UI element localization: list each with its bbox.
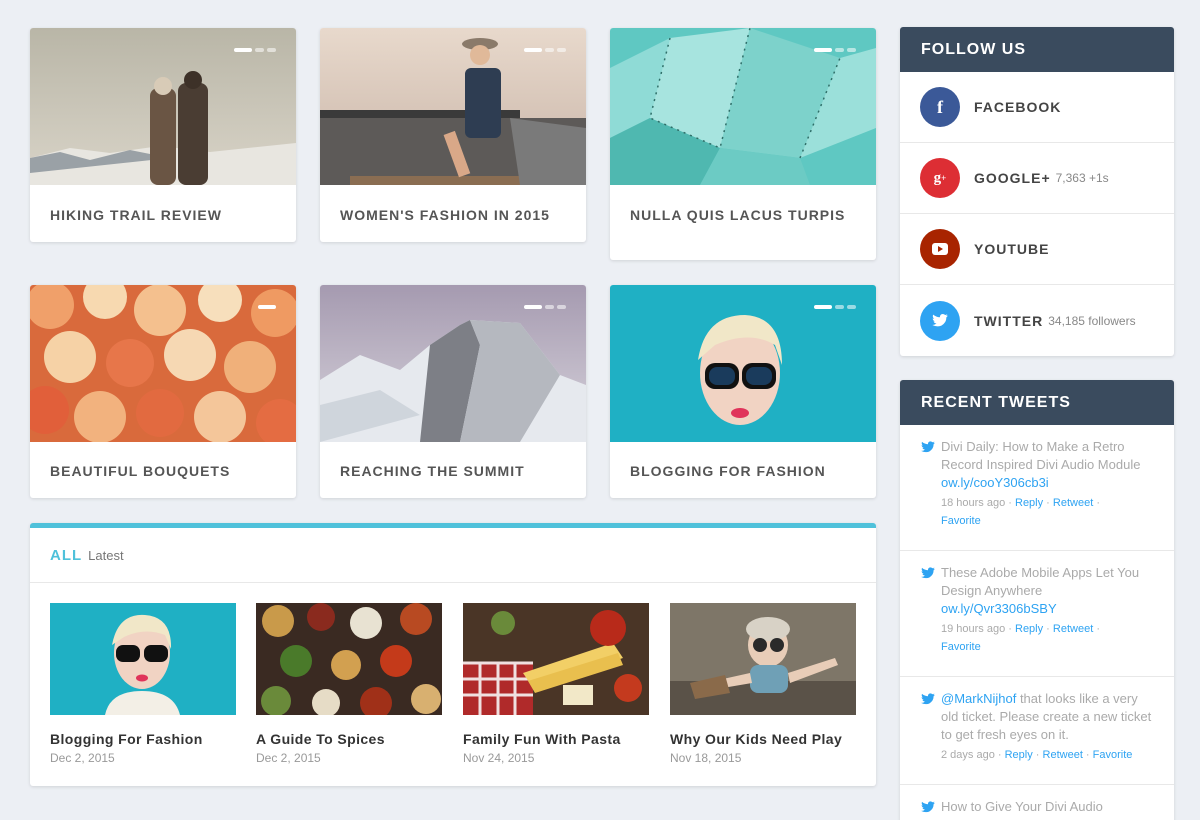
tab-all[interactable]: ALL <box>50 547 82 564</box>
social-name[interactable]: TWITTER <box>974 313 1043 329</box>
twitter-bird-icon <box>921 441 935 453</box>
social-twitter[interactable]: TWITTER 34,185 followers <box>900 285 1174 356</box>
favorite-link[interactable]: Favorite <box>941 515 981 527</box>
reply-link[interactable]: Reply <box>1005 749 1033 761</box>
latest-tabs: ALL Latest <box>30 528 876 583</box>
slider-dots[interactable] <box>524 305 566 309</box>
latest-post-item[interactable]: Blogging For Fashion Dec 2, 2015 <box>50 603 236 765</box>
social-name[interactable]: FACEBOOK <box>974 99 1061 115</box>
twitter-bird-icon <box>921 693 935 705</box>
post-title[interactable]: Family Fun With Pasta <box>463 731 649 747</box>
tweet-mention[interactable]: @MarkNijhof <box>941 691 1016 706</box>
slider-dots[interactable] <box>814 48 856 52</box>
card-title[interactable]: BLOGGING FOR FASHION <box>630 463 826 479</box>
card-image <box>30 285 296 442</box>
tweet-text: These Adobe Mobile Apps Let You Design A… <box>941 565 1140 598</box>
social-name[interactable]: YOUTUBE <box>974 241 1049 257</box>
tab-latest[interactable]: Latest <box>88 548 123 563</box>
favorite-link[interactable]: Favorite <box>1093 749 1133 761</box>
slider-dots[interactable] <box>524 48 566 52</box>
social-google-plus[interactable]: g + GOOGLE+ 7,363 +1s <box>900 143 1174 214</box>
post-thumbnail[interactable] <box>256 603 442 715</box>
social-facebook[interactable]: f FACEBOOK <box>900 72 1174 143</box>
retweet-link[interactable]: Retweet <box>1053 497 1093 509</box>
card-title[interactable]: WOMEN'S FASHION IN 2015 <box>340 207 550 223</box>
post-card-summit[interactable]: REACHING THE SUMMIT <box>320 285 586 498</box>
tweet-item: These Adobe Mobile Apps Let You Design A… <box>900 551 1174 677</box>
latest-post-item[interactable]: Why Our Kids Need Play Nov 18, 2015 <box>670 603 856 765</box>
tweet-link[interactable]: ow.ly/Qvr3306bSBY <box>941 601 1057 616</box>
reply-link[interactable]: Reply <box>1015 497 1043 509</box>
widget-title: FOLLOW US <box>900 27 1174 72</box>
post-title[interactable]: A Guide To Spices <box>256 731 442 747</box>
card-title[interactable]: REACHING THE SUMMIT <box>340 463 525 479</box>
card-title[interactable]: NULLA QUIS LACUS TURPIS <box>630 207 845 223</box>
latest-post-item[interactable]: A Guide To Spices Dec 2, 2015 <box>256 603 442 765</box>
post-thumbnail[interactable] <box>670 603 856 715</box>
twitter-bird-icon <box>921 801 935 813</box>
post-date: Dec 2, 2015 <box>50 751 115 765</box>
slider-dots[interactable] <box>258 305 276 309</box>
social-count: 34,185 followers <box>1048 313 1136 328</box>
latest-post-item[interactable]: Family Fun With Pasta Nov 24, 2015 <box>463 603 649 765</box>
post-card-hiking[interactable]: HIKING TRAIL REVIEW <box>30 28 296 242</box>
follow-us-widget: FOLLOW US f FACEBOOK g + GOOGLE+ 7,363 +1… <box>900 27 1174 356</box>
card-title[interactable]: BEAUTIFUL BOUQUETS <box>50 463 230 479</box>
tweet-text: How to Give Your Divi Audio <box>941 799 1103 814</box>
card-title[interactable]: HIKING TRAIL REVIEW <box>50 207 222 223</box>
retweet-link[interactable]: Retweet <box>1053 623 1093 635</box>
facebook-icon[interactable]: f <box>920 87 960 127</box>
post-card-blogging-fashion[interactable]: BLOGGING FOR FASHION <box>610 285 876 498</box>
social-name[interactable]: GOOGLE+ <box>974 170 1051 186</box>
retweet-link[interactable]: Retweet <box>1043 749 1083 761</box>
tweet-time[interactable]: 19 hours ago <box>941 623 1005 635</box>
favorite-link[interactable]: Favorite <box>941 641 981 653</box>
tweet-item: Divi Daily: How to Make a Retro Record I… <box>900 425 1174 551</box>
slider-dots[interactable] <box>814 305 856 309</box>
reply-link[interactable]: Reply <box>1015 623 1043 635</box>
tweet-item: @MarkNijhof that looks like a very old t… <box>900 677 1174 785</box>
twitter-icon[interactable] <box>920 300 960 341</box>
google-plus-icon[interactable]: g + <box>920 158 960 198</box>
post-date: Dec 2, 2015 <box>256 751 321 765</box>
tweet-time[interactable]: 18 hours ago <box>941 497 1005 509</box>
tweet-item: How to Give Your Divi Audio <box>900 785 1174 820</box>
social-count: 7,363 +1s <box>1055 171 1109 185</box>
post-thumbnail[interactable] <box>50 603 236 715</box>
tweet-time[interactable]: 2 days ago <box>941 749 995 761</box>
latest-posts-section: ALL Latest Blogging For Fashion Dec 2, 2… <box>30 523 876 786</box>
post-title[interactable]: Why Our Kids Need Play <box>670 731 856 747</box>
recent-tweets-widget: RECENT TWEETS Divi Daily: How to Make a … <box>900 380 1174 820</box>
post-date: Nov 18, 2015 <box>670 751 742 765</box>
post-thumbnail[interactable] <box>463 603 649 715</box>
post-date: Nov 24, 2015 <box>463 751 535 765</box>
tweet-link[interactable]: ow.ly/cooY306cb3i <box>941 475 1049 490</box>
youtube-icon[interactable] <box>920 229 960 269</box>
tweet-text: Divi Daily: How to Make a Retro Record I… <box>941 439 1141 472</box>
post-card-fashion-2015[interactable]: WOMEN'S FASHION IN 2015 <box>320 28 586 242</box>
social-youtube[interactable]: YOUTUBE <box>900 214 1174 285</box>
post-card-bouquets[interactable]: BEAUTIFUL BOUQUETS <box>30 285 296 498</box>
post-title[interactable]: Blogging For Fashion <box>50 731 236 747</box>
post-card-nulla[interactable]: NULLA QUIS LACUS TURPIS <box>610 28 876 260</box>
twitter-bird-icon <box>921 567 935 579</box>
widget-title: RECENT TWEETS <box>900 380 1174 425</box>
slider-dots[interactable] <box>234 48 276 52</box>
